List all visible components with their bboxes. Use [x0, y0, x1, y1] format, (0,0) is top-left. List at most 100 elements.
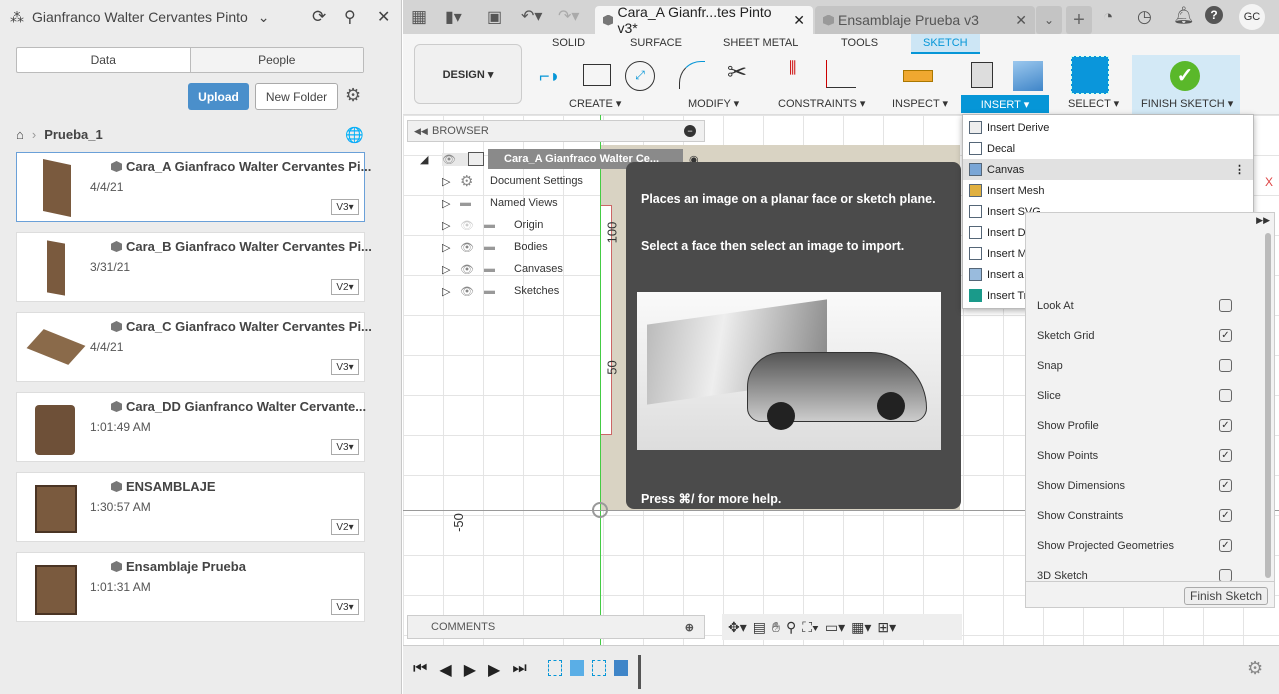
group-constraints[interactable]: CONSTRAINTS ▾: [778, 97, 865, 110]
browser-header[interactable]: ◀◀ BROWSER −: [407, 120, 705, 142]
select-icon[interactable]: [1071, 56, 1109, 94]
timeline-canvas-icon[interactable]: [614, 660, 628, 676]
version-dropdown[interactable]: V3 ▾: [331, 599, 359, 615]
group-insert[interactable]: INSERT ▾: [961, 95, 1049, 113]
insert-image-icon[interactable]: [1013, 61, 1043, 91]
tab-overflow-button[interactable]: ⌄: [1036, 6, 1062, 34]
option-checkbox[interactable]: [1219, 389, 1232, 402]
menu-item-insert-mesh[interactable]: Insert Mesh: [963, 180, 1253, 201]
tab-sheet-metal[interactable]: SHEET METAL: [723, 37, 798, 49]
menu-item-canvas[interactable]: Canvas ⋮: [963, 159, 1253, 180]
extensions-icon[interactable]: ◔: [1103, 7, 1113, 27]
eye-icon[interactable]: 👁︎: [460, 241, 484, 254]
palette-option[interactable]: Show Profile ✓: [1037, 419, 1232, 432]
gear-icon[interactable]: ⚙: [345, 85, 361, 106]
finish-sketch-button[interactable]: Finish Sketch: [1184, 587, 1268, 605]
pan-icon[interactable]: ✋︎: [772, 619, 780, 636]
palette-option[interactable]: Snap: [1037, 359, 1232, 372]
expand-icon[interactable]: ▷: [442, 197, 460, 210]
search-icon[interactable]: ⚲: [344, 7, 356, 27]
group-create[interactable]: CREATE ▾: [569, 97, 621, 110]
option-checkbox[interactable]: [1219, 299, 1232, 312]
chevron-down-icon[interactable]: ⌄: [258, 9, 270, 26]
circle-tool-icon[interactable]: ⤢: [625, 61, 655, 91]
workspace-switcher[interactable]: DESIGN ▾: [414, 44, 522, 104]
viewports-icon[interactable]: ⊞▾: [877, 619, 896, 636]
tab-solid[interactable]: SOLID: [552, 37, 585, 49]
zoom-icon[interactable]: ⚲: [786, 619, 796, 636]
comments-panel[interactable]: COMMENTS ⊕: [407, 615, 705, 639]
option-checkbox[interactable]: ✓: [1219, 509, 1232, 522]
look-at-icon[interactable]: ▤: [753, 619, 766, 636]
group-inspect[interactable]: INSPECT ▾: [892, 97, 948, 110]
insert-derive-icon[interactable]: [971, 62, 993, 88]
list-item[interactable]: Cara_A Gianfraco Walter Cervantes Pi... …: [16, 152, 371, 222]
palette-option[interactable]: Show Projected Geometries ✓: [1037, 539, 1232, 552]
menu-item-decal[interactable]: Decal: [963, 138, 1253, 159]
collapse-icon[interactable]: ◀◀: [414, 126, 428, 137]
eye-hidden-icon[interactable]: 👁︎: [460, 219, 484, 232]
list-item[interactable]: Cara_C Gianfraco Walter Cervantes Pi... …: [16, 312, 372, 382]
option-checkbox[interactable]: ✓: [1219, 329, 1232, 342]
tab-sketch[interactable]: SKETCH: [911, 34, 980, 54]
go-to-start-icon[interactable]: ⏮: [413, 660, 427, 680]
list-item[interactable]: Cara_B Gianfraco Walter Cervantes Pi... …: [16, 232, 372, 302]
menu-item-insert-derive[interactable]: Insert Derive: [963, 117, 1253, 138]
redo-icon[interactable]: ↷▾: [558, 6, 579, 26]
perpendicular-constraint-icon[interactable]: [826, 60, 856, 88]
globe-icon[interactable]: 🌐: [345, 126, 364, 144]
add-comment-icon[interactable]: ⊕: [685, 621, 694, 634]
expand-icon[interactable]: ▷: [442, 241, 460, 254]
measure-icon[interactable]: [903, 70, 933, 82]
doc-tab-active[interactable]: Cara_A Gianfr...tes Pinto v3* ✕: [595, 4, 813, 36]
expand-icon[interactable]: ▷: [442, 263, 460, 276]
palette-option[interactable]: Show Constraints ✓: [1037, 509, 1232, 522]
palette-option[interactable]: Look At: [1037, 299, 1232, 312]
rectangle-tool-icon[interactable]: [583, 64, 611, 86]
version-dropdown[interactable]: V2 ▾: [331, 519, 359, 535]
option-checkbox[interactable]: ✓: [1219, 539, 1232, 552]
new-folder-button[interactable]: New Folder: [255, 83, 338, 110]
undo-icon[interactable]: ↶▾: [521, 6, 542, 26]
timeline-marker[interactable]: [638, 655, 641, 689]
project-header[interactable]: ⁂ Gianfranco Walter Cervantes Pinto ⌄ ⟳ …: [0, 0, 402, 34]
upload-button[interactable]: Upload: [188, 83, 249, 110]
minimize-icon[interactable]: −: [684, 125, 696, 137]
go-to-end-icon[interactable]: ⏭: [512, 660, 526, 680]
doc-tab[interactable]: Ensamblaje Prueba v3 ✕: [815, 6, 1035, 34]
new-tab-button[interactable]: +: [1066, 6, 1092, 34]
eye-icon[interactable]: 👁︎: [460, 285, 484, 298]
palette-option[interactable]: Slice: [1037, 389, 1232, 402]
option-checkbox[interactable]: ✓: [1219, 479, 1232, 492]
list-item[interactable]: Ensamblaje Prueba 1:01:31 AM V3 ▾: [16, 552, 365, 622]
expand-icon[interactable]: ▷: [442, 219, 460, 232]
play-icon[interactable]: ▶: [464, 660, 476, 680]
refresh-icon[interactable]: ⟳: [312, 7, 326, 27]
trim-tool-icon[interactable]: ✂: [727, 58, 747, 87]
tab-data[interactable]: Data: [17, 48, 190, 72]
save-icon[interactable]: ▣: [487, 7, 502, 27]
eye-icon[interactable]: 👁︎: [460, 263, 484, 276]
list-item[interactable]: ENSAMBLAJE 1:30:57 AM V2 ▾: [16, 472, 365, 542]
group-finish-sketch[interactable]: FINISH SKETCH ▾: [1141, 97, 1233, 110]
version-dropdown[interactable]: V3 ▾: [331, 199, 359, 215]
timeline-extrude-icon[interactable]: [570, 660, 584, 676]
close-icon[interactable]: ✕: [377, 7, 390, 27]
version-dropdown[interactable]: V3 ▾: [331, 359, 359, 375]
timeline-sketch-icon[interactable]: [592, 660, 606, 676]
eye-icon[interactable]: 👁︎: [442, 152, 468, 166]
tab-surface[interactable]: SURFACE: [630, 37, 682, 49]
tab-tools[interactable]: TOOLS: [841, 37, 878, 49]
fillet-tool-icon[interactable]: [679, 61, 705, 89]
version-dropdown[interactable]: V3 ▾: [331, 439, 359, 455]
palette-option[interactable]: Sketch Grid ✓: [1037, 329, 1232, 342]
step-back-icon[interactable]: ◀: [439, 660, 451, 680]
group-modify[interactable]: MODIFY ▾: [688, 97, 739, 110]
group-select[interactable]: SELECT ▾: [1068, 97, 1119, 110]
expand-icon[interactable]: ▷: [442, 285, 460, 298]
expand-icon[interactable]: ◢: [420, 153, 442, 166]
close-tab-icon[interactable]: ✕: [793, 12, 805, 29]
avatar[interactable]: GC: [1239, 4, 1265, 30]
option-checkbox[interactable]: [1219, 359, 1232, 372]
option-checkbox[interactable]: ✓: [1219, 419, 1232, 432]
